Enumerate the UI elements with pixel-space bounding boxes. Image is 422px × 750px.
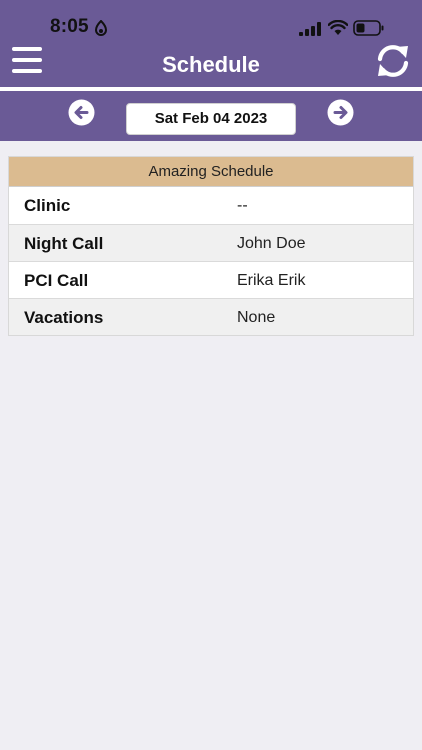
row-label: Vacations bbox=[24, 308, 104, 327]
app-header: 8:05 Schedule bbox=[0, 0, 422, 87]
row-value: Erika Erik bbox=[237, 272, 306, 289]
wifi-icon bbox=[328, 20, 348, 35]
schedule-row-pci-call: PCI Call Erika Erik bbox=[9, 261, 413, 298]
status-bar: 8:05 bbox=[0, 0, 422, 50]
focus-mode-icon bbox=[94, 20, 108, 36]
date-navigation-bar: Sat Feb 04 2023 bbox=[0, 91, 422, 141]
row-label: PCI Call bbox=[24, 271, 89, 290]
row-label: Clinic bbox=[24, 196, 71, 215]
schedule-title: Amazing Schedule bbox=[9, 157, 413, 187]
cellular-signal-icon bbox=[299, 22, 321, 36]
status-time: 8:05 bbox=[50, 16, 89, 37]
next-day-arrow-icon[interactable] bbox=[327, 99, 354, 126]
date-selector[interactable]: Sat Feb 04 2023 bbox=[126, 103, 296, 135]
menu-bar-top bbox=[12, 47, 42, 51]
schedule-row-clinic: Clinic -- bbox=[9, 187, 413, 224]
schedule-row-vacations: Vacations None bbox=[9, 298, 413, 335]
row-value: John Doe bbox=[237, 235, 306, 252]
row-value: -- bbox=[237, 197, 248, 214]
schedule-row-night-call: Night Call John Doe bbox=[9, 224, 413, 261]
schedule-table: Amazing Schedule Clinic -- Night Call Jo… bbox=[8, 156, 414, 336]
row-value: None bbox=[237, 309, 276, 326]
previous-day-arrow-icon[interactable] bbox=[68, 99, 95, 126]
row-label: Night Call bbox=[24, 234, 104, 253]
battery-icon bbox=[353, 20, 384, 36]
refresh-icon[interactable] bbox=[375, 43, 411, 79]
page-title: Schedule bbox=[162, 52, 260, 77]
